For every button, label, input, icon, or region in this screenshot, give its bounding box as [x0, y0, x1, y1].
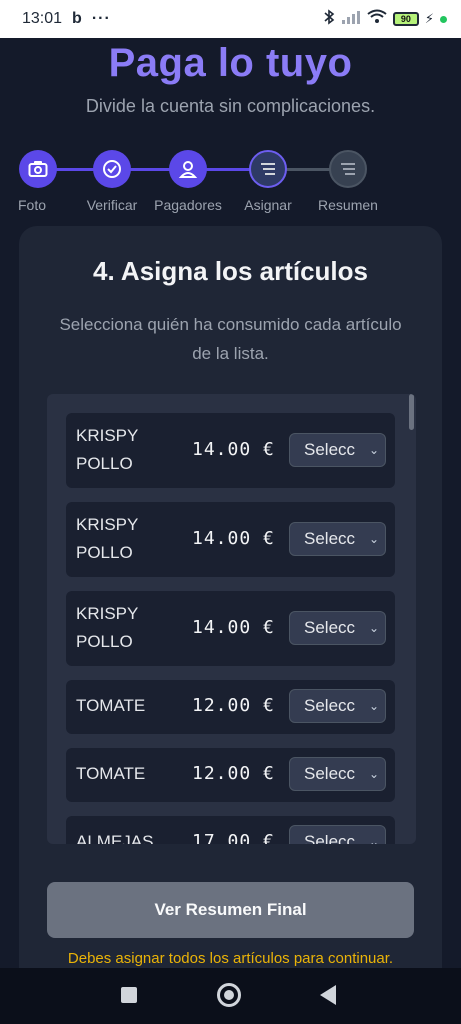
step-label: Foto: [18, 197, 47, 213]
signal-icon: [341, 10, 361, 29]
list-item: KRISPY POLLO 14.00 € Selecc ⌄: [66, 413, 395, 488]
select-value: Selecc: [304, 529, 356, 548]
item-price: 14.00 €: [192, 528, 275, 549]
app-screen: 13:01 b ··· 90 ⚡ Paga lo tuyo Divide la …: [0, 0, 461, 1024]
list-scrollbar[interactable]: [409, 394, 414, 430]
item-price: 17.00 €: [192, 831, 275, 844]
battery-icon: 90: [392, 12, 419, 26]
recent-apps-icon[interactable]: [121, 987, 137, 1003]
item-name: KRISPY POLLO: [76, 426, 139, 473]
payer-select[interactable]: Selecc ⌄: [289, 433, 386, 467]
privacy-indicator-icon: [440, 15, 447, 23]
step-verificar[interactable]: Verificar: [72, 150, 152, 213]
page-subtitle: Divide la cuenta sin complicaciones.: [85, 96, 376, 116]
list-icon: [329, 150, 367, 188]
back-icon[interactable]: [320, 985, 336, 1005]
item-name: TOMATE: [76, 696, 146, 715]
payer-select[interactable]: Selecc ⌄: [289, 522, 386, 556]
final-summary-button[interactable]: Ver Resumen Final: [47, 882, 414, 938]
payer-select[interactable]: Selecc ⌄: [289, 611, 386, 645]
camera-icon: [19, 150, 57, 188]
card-description: Selecciona quién ha consumido cada artíc…: [59, 315, 402, 363]
chevron-down-icon: ⌄: [368, 767, 379, 781]
item-name: TOMATE: [76, 764, 146, 783]
list-icon: [249, 150, 287, 188]
step-resumen[interactable]: Resumen: [308, 150, 388, 213]
payer-select[interactable]: Selecc ⌄: [289, 825, 386, 844]
list-item: TOMATE 12.00 € Selecc ⌄: [66, 748, 395, 802]
step-foto[interactable]: Foto: [0, 150, 78, 213]
item-price: 12.00 €: [192, 763, 275, 784]
step-label: Resumen: [318, 197, 378, 213]
step-label: Pagadores: [154, 197, 222, 213]
select-value: Selecc: [304, 832, 356, 844]
item-price: 12.00 €: [192, 695, 275, 716]
select-value: Selecc: [304, 618, 356, 637]
chevron-down-icon: ⌄: [368, 532, 379, 546]
list-item: TOMATE 12.00 € Selecc ⌄: [66, 680, 395, 734]
page-title: Paga lo tuyo: [108, 41, 353, 85]
item-name: KRISPY POLLO: [76, 515, 139, 562]
step-label: Asignar: [244, 197, 292, 213]
list-item: KRISPY POLLO 14.00 € Selecc ⌄: [66, 591, 395, 666]
assign-card: 4. Asigna los artículos Selecciona quién…: [19, 226, 442, 968]
charging-icon: ⚡: [424, 11, 434, 26]
payer-select[interactable]: Selecc ⌄: [289, 757, 386, 791]
user-icon: [169, 150, 207, 188]
wifi-icon: [367, 9, 387, 29]
status-time: 13:01: [22, 10, 63, 27]
chevron-down-icon: ⌄: [368, 835, 379, 844]
chevron-down-icon: ⌄: [368, 443, 379, 457]
main-content: Paga lo tuyo Divide la cuenta sin compli…: [0, 38, 461, 968]
chevron-down-icon: ⌄: [368, 699, 379, 713]
step-pagadores[interactable]: Pagadores: [148, 150, 228, 213]
select-value: Selecc: [304, 440, 356, 459]
check-circle-icon: [93, 150, 131, 188]
item-name: ALMEJAS: [76, 832, 154, 844]
item-price: 14.00 €: [192, 617, 275, 638]
b-logo-icon: b: [72, 10, 82, 27]
system-nav-bar: [0, 968, 461, 1024]
select-value: Selecc: [304, 764, 356, 783]
chevron-down-icon: ⌄: [368, 621, 379, 635]
assign-warning-text: Debes asignar todos los artículos para c…: [67, 950, 394, 967]
select-value: Selecc: [304, 696, 356, 715]
card-title: 4. Asigna los artículos: [92, 256, 368, 286]
list-item: ALMEJAS 17.00 € Selecc ⌄: [66, 816, 395, 844]
item-price: 14.00 €: [192, 439, 275, 460]
bluetooth-icon: [323, 8, 335, 30]
items-list[interactable]: KRISPY POLLO 14.00 € Selecc ⌄ KRISPY POL…: [47, 394, 416, 844]
status-bar: 13:01 b ··· 90 ⚡: [0, 0, 461, 38]
list-item: KRISPY POLLO 14.00 € Selecc ⌄: [66, 502, 395, 577]
home-icon[interactable]: [217, 983, 241, 1007]
more-dots-icon: ···: [91, 10, 111, 27]
item-name: KRISPY POLLO: [76, 604, 139, 651]
step-label: Verificar: [86, 197, 138, 213]
payer-select[interactable]: Selecc ⌄: [289, 689, 386, 723]
progress-stepper: Foto Verificar Pagadores Asignar Resumen: [0, 150, 461, 220]
step-asignar[interactable]: Asignar: [228, 150, 308, 213]
